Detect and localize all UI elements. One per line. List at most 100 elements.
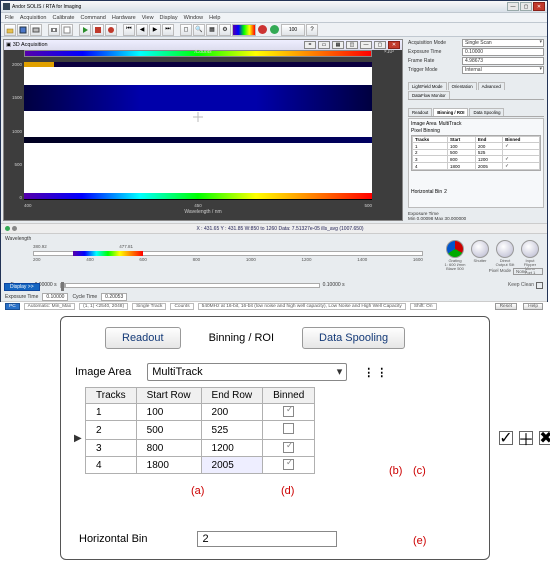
rewind-icon[interactable]: ⏮ [123, 24, 135, 36]
panel-tool-3[interactable]: ▦ [332, 41, 344, 49]
table-row[interactable]: 1100200 [86, 404, 315, 421]
keep-clean-checkbox[interactable] [536, 282, 543, 289]
panel-maximize-button[interactable]: ▢ [374, 41, 386, 49]
cycle-time-label: Cycle Time [72, 294, 97, 300]
camera-icon[interactable] [48, 24, 60, 36]
window-close-button[interactable]: ✕ [533, 2, 545, 11]
roi-tool-icon[interactable]: ◻ [180, 24, 192, 36]
tracks-table-big[interactable]: Tracks Start Row End Row Binned 1100200 … [85, 387, 315, 474]
y-tick: 500 [14, 162, 22, 167]
menu-help[interactable]: Help [209, 15, 220, 21]
display-button[interactable]: Display >> [4, 283, 40, 291]
colorbar-label: ICounts [194, 49, 211, 55]
acq-mode-select[interactable]: Single Scan [462, 39, 544, 47]
status-chip: Automatic: Min_Max [24, 303, 75, 310]
tab-readout[interactable]: Readout [408, 108, 432, 116]
run-icon[interactable] [79, 24, 91, 36]
options-icon[interactable]: ⚙ [219, 24, 231, 36]
colorbar-unit: ×10² [384, 49, 394, 55]
status-led-green [270, 25, 279, 34]
tab-orientation[interactable]: Orientation [448, 82, 477, 90]
play-icon[interactable]: ▶ [149, 24, 161, 36]
table-row[interactable]: 38001200 [86, 440, 315, 457]
panel-tool-1[interactable]: = [304, 41, 316, 49]
menu-view[interactable]: View [142, 15, 154, 21]
stop-icon[interactable] [92, 24, 104, 36]
pixel-mode-select[interactable]: None [513, 268, 543, 275]
y-axis: 2000 1500 1000 500 0 [6, 62, 22, 200]
panel-minimize-button[interactable]: — [360, 41, 372, 49]
save-icon[interactable] [17, 24, 29, 36]
menu-hardware[interactable]: Hardware [112, 15, 136, 21]
trigger-mode-select[interactable]: Internal [462, 66, 544, 74]
window-minimize-button[interactable]: — [507, 2, 519, 11]
menu-calibrate[interactable]: Calibrate [52, 15, 74, 21]
hbin-field-small[interactable]: 2 [444, 189, 474, 195]
record-icon[interactable] [105, 24, 117, 36]
status-led-1 [5, 226, 10, 231]
panel-close-button[interactable]: ✕ [388, 41, 400, 49]
tab-binning-roi[interactable]: Binning / ROI [433, 108, 468, 116]
menu-acquisition[interactable]: Acquisition [20, 15, 47, 21]
tab-data-spooling[interactable]: Data Spooling [469, 108, 504, 116]
cycle-time-value: 0.20053 [101, 293, 127, 301]
grid-icon[interactable]: ▦ [206, 24, 218, 36]
image-area-select-small[interactable]: MultiTrack [439, 121, 489, 127]
help-icon[interactable]: ? [306, 24, 318, 36]
spectrum-selector[interactable] [232, 24, 256, 36]
apply-tracks-button[interactable]: ✓ [499, 431, 513, 445]
image-area-more-button[interactable]: ⋮⋮ [363, 366, 389, 379]
tracks-table-small[interactable]: Tracks Start End Binned 1100200✓ 2500525… [411, 135, 541, 171]
panel-tool-4[interactable]: ◫ [346, 41, 358, 49]
shutter-knob[interactable]: Shutter [469, 240, 491, 275]
remove-track-button[interactable]: ✖ [539, 431, 550, 445]
snapshot-icon[interactable] [61, 24, 73, 36]
exposure-time-field[interactable]: 0.10000 [462, 48, 544, 56]
open-icon[interactable] [4, 24, 16, 36]
help-button[interactable]: Help [523, 303, 543, 310]
table-row[interactable]: 418002005 [86, 457, 315, 474]
status-center-text: X : 431.65 Y : 431.85 W:850 to 1260 Data… [196, 226, 363, 232]
tab-lightfield-mode[interactable]: LightField Mode [408, 82, 447, 90]
menu-command[interactable]: Command [81, 15, 106, 21]
wavelength-strip: Wavelength 380.92 477.81 200 400 600 800… [1, 233, 547, 277]
binned-checkbox[interactable] [283, 442, 294, 453]
binned-checkbox[interactable] [283, 423, 294, 434]
frame-rate-label: Frame Rate [408, 58, 460, 64]
tab-advanced[interactable]: Advanced [478, 82, 505, 90]
exposure-time-footer: Exposure Time Min 0.00098 Max 30.000000 [408, 211, 544, 221]
add-track-button[interactable]: ＋ [519, 431, 533, 445]
menubar: File Acquisition Calibrate Command Hardw… [1, 13, 547, 23]
status-chip: Single Track [132, 303, 166, 310]
wavelength-slider[interactable] [33, 251, 423, 256]
binned-checkbox[interactable] [283, 459, 294, 470]
panel-tool-2[interactable]: ▭ [318, 41, 330, 49]
pixel-binning-label: Pixel Binning [411, 128, 440, 134]
zoom-icon[interactable]: 🔍 [193, 24, 205, 36]
image-area-select-big[interactable]: MultiTrack [147, 363, 347, 381]
menu-display[interactable]: Display [160, 15, 178, 21]
window-maximize-button[interactable]: ▢ [520, 2, 532, 11]
col-binned-big: Binned [263, 388, 315, 404]
zoom-level-field[interactable]: 100 [281, 24, 305, 36]
back-icon[interactable]: ◀ [136, 24, 148, 36]
hbin-field-big[interactable]: 2 [197, 531, 337, 547]
exposure-slider[interactable] [60, 283, 320, 288]
tab-binning-roi-big[interactable]: Binning / ROI [201, 328, 282, 348]
binned-checkbox[interactable] [283, 406, 294, 417]
tab-data-spooling-big[interactable]: Data Spooling [302, 327, 405, 349]
table-row[interactable]: 2500525 [86, 421, 315, 440]
acquisition-plot[interactable]: ICounts ×10² 2000 1500 1000 500 0 [4, 50, 402, 220]
print-icon[interactable] [30, 24, 42, 36]
exposure-time-value[interactable]: 0.10000 [42, 293, 68, 301]
tab-readout-big[interactable]: Readout [105, 327, 181, 349]
frame-rate-field[interactable]: 4.98673 [462, 57, 544, 65]
image-area[interactable] [24, 62, 372, 200]
grating-knob[interactable]: Grating1: 600 l/mm Blaze 500 [444, 240, 466, 275]
menu-window[interactable]: Window [184, 15, 204, 21]
tab-dataflow-monitor[interactable]: DataFlow Monitor [408, 91, 450, 99]
forward-icon[interactable]: ⏭ [162, 24, 174, 36]
menu-file[interactable]: File [5, 15, 14, 21]
reset-button[interactable]: Reset [495, 303, 518, 310]
x-tick: 500 [364, 203, 372, 208]
